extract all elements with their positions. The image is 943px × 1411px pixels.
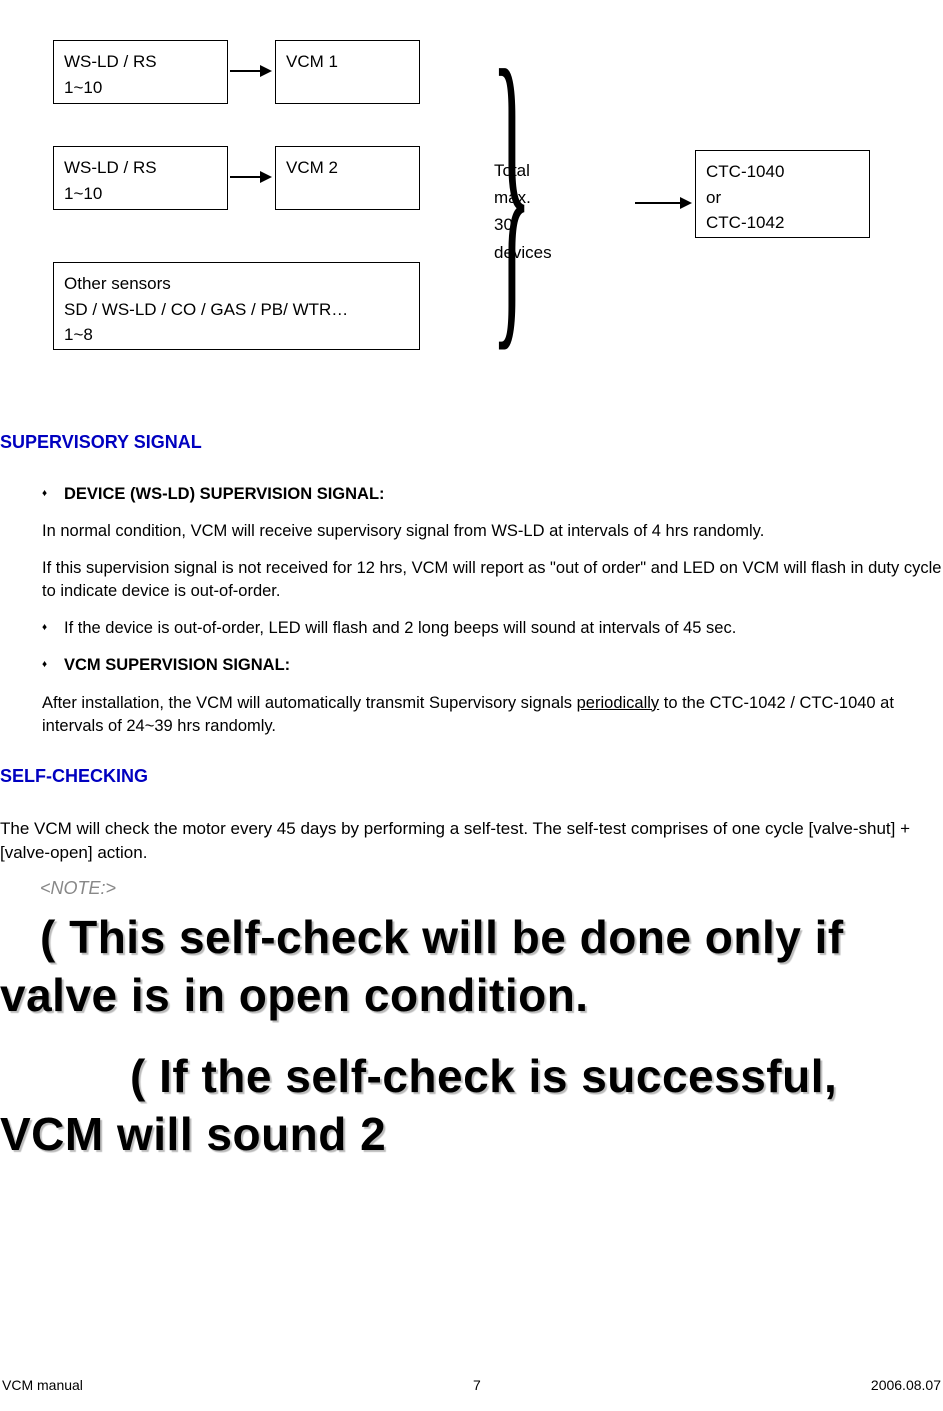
box-text: 1~10 [64, 75, 217, 101]
section-title-supervisory: SUPERVISORY SIGNAL [0, 432, 943, 453]
arrow-icon [230, 176, 270, 178]
big-note-2: ( If the self-check is successful, VCM w… [0, 1048, 943, 1163]
note-label: <NOTE:> [40, 878, 943, 899]
box-vcm1: VCM 1 [275, 40, 420, 104]
list-item: If the device is out-of-order, LED will … [42, 617, 943, 640]
total-devices-label: Total max. 30 devices [494, 157, 552, 266]
text: devices [494, 239, 552, 266]
box-text: CTC-1042 [706, 210, 859, 236]
box-ctc: CTC-1040 or CTC-1042 [695, 150, 870, 238]
arrow-icon [635, 202, 690, 204]
box-text: 1~10 [64, 181, 217, 207]
box-text: Other sensors [64, 271, 409, 297]
connection-diagram: WS-LD / RS 1~10 WS-LD / RS 1~10 VCM 1 VC… [0, 40, 943, 400]
box-wsld-2: WS-LD / RS 1~10 [53, 146, 228, 210]
box-other-sensors: Other sensors SD / WS-LD / CO / GAS / PB… [53, 262, 420, 350]
supervisory-list: DEVICE (WS-LD) SUPERVISION SIGNAL: [0, 483, 943, 506]
paragraph: The VCM will check the motor every 45 da… [0, 817, 943, 865]
big-note-1: ( This self-check will be done only if v… [0, 909, 943, 1024]
box-text: WS-LD / RS [64, 155, 217, 181]
box-text: CTC-1040 [706, 159, 859, 185]
section-title-selfcheck: SELF-CHECKING [0, 766, 943, 787]
box-text: 1~8 [64, 322, 409, 348]
box-wsld-1: WS-LD / RS 1~10 [53, 40, 228, 104]
footer-left: VCM manual [2, 1377, 83, 1393]
box-text: WS-LD / RS [64, 49, 217, 75]
paragraph: If this supervision signal is not receiv… [42, 557, 943, 603]
page-footer: VCM manual 7 2006.08.07 [0, 1377, 943, 1393]
supervisory-list: If the device is out-of-order, LED will … [0, 617, 943, 677]
footer-date: 2006.08.07 [871, 1377, 941, 1393]
list-item: DEVICE (WS-LD) SUPERVISION SIGNAL: [42, 483, 943, 506]
arrow-icon [230, 70, 270, 72]
box-text: or [706, 185, 859, 211]
text: max. [494, 184, 552, 211]
list-item: VCM SUPERVISION SIGNAL: [42, 654, 943, 677]
footer-page-number: 7 [473, 1377, 481, 1393]
text: 30 [494, 211, 552, 238]
box-vcm2: VCM 2 [275, 146, 420, 210]
text: Total [494, 157, 552, 184]
box-text: VCM 1 [286, 49, 409, 75]
text: After installation, the VCM will automat… [42, 694, 577, 712]
box-text: SD / WS-LD / CO / GAS / PB/ WTR… [64, 297, 409, 323]
text-underlined: periodically [577, 694, 660, 712]
paragraph: After installation, the VCM will automat… [42, 692, 943, 738]
box-text: VCM 2 [286, 155, 409, 181]
paragraph: In normal condition, VCM will receive su… [42, 520, 943, 543]
